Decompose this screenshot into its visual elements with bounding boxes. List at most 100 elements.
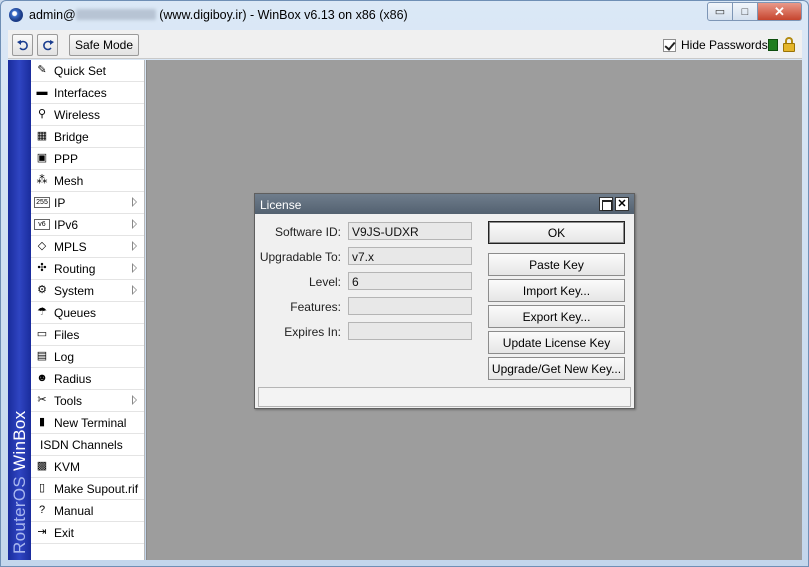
- sidebar-item-quick-set[interactable]: ✎ Quick Set: [31, 60, 144, 82]
- files-icon: ▭: [36, 328, 48, 340]
- tools-icon: ✂: [37, 394, 47, 406]
- supout-icon: ▯: [38, 482, 46, 494]
- sidebar-item-log[interactable]: ▤ Log: [31, 346, 144, 368]
- paste-key-button[interactable]: Paste Key: [488, 253, 625, 276]
- ppp-icon: ▣: [36, 152, 48, 164]
- mesh-icon: ⁂: [36, 174, 48, 186]
- sidebar-item-label: Manual: [54, 503, 94, 518]
- sidebar-item-make-supout-rif[interactable]: ▯ Make Supout.rif: [31, 478, 144, 500]
- dialog-maximize-icon[interactable]: [599, 197, 613, 211]
- redo-icon: [42, 40, 54, 51]
- sidebar-item-label: Tools: [54, 393, 83, 408]
- sidebar-item-wireless[interactable]: ⚲ Wireless: [31, 104, 144, 126]
- sidebar-item-files[interactable]: ▭ Files: [31, 324, 144, 346]
- sidebar-item-label: Interfaces: [54, 85, 107, 100]
- sidebar-item-label: Wireless: [54, 107, 101, 122]
- sidebar-item-label: IPv6: [54, 217, 79, 232]
- hide-passwords-toggle[interactable]: Hide Passwords: [663, 38, 768, 52]
- license-dialog-titlebar[interactable]: License ✕: [255, 194, 634, 214]
- title-bar[interactable]: admin@ (www.digiboy.ir) - WinBox v6.13 o…: [1, 1, 808, 29]
- terminal-icon: ▮: [38, 416, 46, 428]
- brand-routeros: RouterOS: [10, 476, 29, 554]
- sidebar-item-ip[interactable]: 255 IP: [31, 192, 144, 214]
- sidebar-item-radius[interactable]: ☻ Radius: [31, 368, 144, 390]
- maximize-button[interactable]: □: [733, 2, 758, 21]
- features-field[interactable]: [348, 297, 472, 315]
- connection-status-icon: [768, 39, 778, 51]
- sidebar-item-exit[interactable]: ⇥ Exit: [31, 522, 144, 544]
- submenu-arrow-icon: [132, 197, 137, 207]
- system-icon: ⚙: [37, 284, 47, 296]
- maximize-icon: □: [741, 5, 749, 18]
- wireless-icon: ⚲: [37, 108, 47, 120]
- kvm-icon: ▩: [36, 460, 48, 472]
- update-license-key-button[interactable]: Update License Key: [488, 331, 625, 354]
- undo-button[interactable]: [12, 34, 33, 56]
- submenu-arrow-icon: [132, 219, 137, 229]
- hide-passwords-checkbox[interactable]: [663, 38, 676, 52]
- sidebar-item-kvm[interactable]: ▩ KVM: [31, 456, 144, 478]
- sidebar-item-routing[interactable]: ✣ Routing: [31, 258, 144, 280]
- sidebar-item-system[interactable]: ⚙ System: [31, 280, 144, 302]
- close-icon: ✕: [774, 3, 785, 19]
- minimize-icon: ▭: [714, 6, 726, 18]
- queues-icon: ☂: [37, 306, 47, 318]
- upgrade-get-new-key-button[interactable]: Upgrade/Get New Key...: [488, 357, 625, 380]
- features-label: Features:: [290, 300, 341, 314]
- minimize-button[interactable]: ▭: [707, 2, 733, 21]
- sidebar-item-isdn-channels[interactable]: ISDN Channels: [31, 434, 144, 456]
- lock-icon: [783, 37, 795, 52]
- level-field[interactable]: 6: [348, 272, 472, 290]
- title-user: admin@: [29, 8, 76, 22]
- sidebar-item-label: PPP: [54, 151, 79, 166]
- log-icon: ▤: [36, 350, 48, 362]
- dialog-status-bar: [258, 387, 631, 407]
- title-text: (www.digiboy.ir) - WinBox v6.13 on x86 (…: [159, 8, 408, 22]
- sidebar-item-label: Mesh: [54, 173, 84, 188]
- expires-in-field[interactable]: [348, 322, 472, 340]
- submenu-arrow-icon: [132, 241, 137, 251]
- import-key-button[interactable]: Import Key...: [488, 279, 625, 302]
- mpls-icon: ◇: [37, 240, 47, 252]
- submenu-arrow-icon: [132, 263, 137, 273]
- sidebar-menu: ✎ Quick Set ▬ Interfaces ⚲ Wireless ▦ Bridge ▣ PP…: [31, 60, 145, 560]
- sidebar-item-new-terminal[interactable]: ▮ New Terminal: [31, 412, 144, 434]
- safe-mode-button[interactable]: Safe Mode: [69, 34, 139, 56]
- ipv6-icon: v6: [34, 219, 50, 230]
- sidebar-item-ppp[interactable]: ▣ PPP: [31, 148, 144, 170]
- sidebar-item-label: Make Supout.rif: [54, 481, 139, 496]
- upgradable-to-field[interactable]: v7.x: [348, 247, 472, 265]
- sidebar-item-label: New Terminal: [54, 415, 127, 430]
- sidebar-item-queues[interactable]: ☂ Queues: [31, 302, 144, 324]
- upgradable-to-label: Upgradable To:: [259, 250, 341, 264]
- sidebar-item-label: KVM: [54, 459, 81, 474]
- sidebar-item-ipv6[interactable]: v6 IPv6: [31, 214, 144, 236]
- sidebar-item-mesh[interactable]: ⁂ Mesh: [31, 170, 144, 192]
- brand-text: RouterOS WinBox: [10, 411, 30, 554]
- sidebar-item-label: Quick Set: [54, 63, 107, 78]
- brand-winbox: WinBox: [10, 410, 29, 476]
- sidebar-item-interfaces[interactable]: ▬ Interfaces: [31, 82, 144, 104]
- export-key-button[interactable]: Export Key...: [488, 305, 625, 328]
- undo-icon: [16, 40, 28, 51]
- sidebar-item-label: System: [54, 283, 95, 298]
- winbox-app-icon: [9, 8, 23, 22]
- close-button[interactable]: ✕: [758, 2, 802, 21]
- sidebar-item-label: ISDN Channels: [40, 437, 123, 452]
- software-id-field[interactable]: V9JS-UDXR: [348, 222, 472, 240]
- quick-set-icon: ✎: [37, 64, 47, 76]
- sidebar-item-mpls[interactable]: ◇ MPLS: [31, 236, 144, 258]
- window-controls: ▭ □ ✕: [707, 2, 802, 21]
- ok-button[interactable]: OK: [488, 221, 625, 244]
- sidebar-item-tools[interactable]: ✂ Tools: [31, 390, 144, 412]
- license-dialog-title: License: [260, 198, 302, 212]
- submenu-arrow-icon: [132, 395, 137, 405]
- level-label: Level:: [308, 275, 341, 289]
- redo-button[interactable]: [37, 34, 58, 56]
- sidebar-item-bridge[interactable]: ▦ Bridge: [31, 126, 144, 148]
- expires-in-label: Expires In:: [284, 325, 341, 339]
- dialog-close-icon[interactable]: ✕: [615, 197, 629, 211]
- sidebar-item-label: Files: [54, 327, 80, 342]
- sidebar-item-label: Queues: [54, 305, 97, 320]
- sidebar-item-manual[interactable]: ? Manual: [31, 500, 144, 522]
